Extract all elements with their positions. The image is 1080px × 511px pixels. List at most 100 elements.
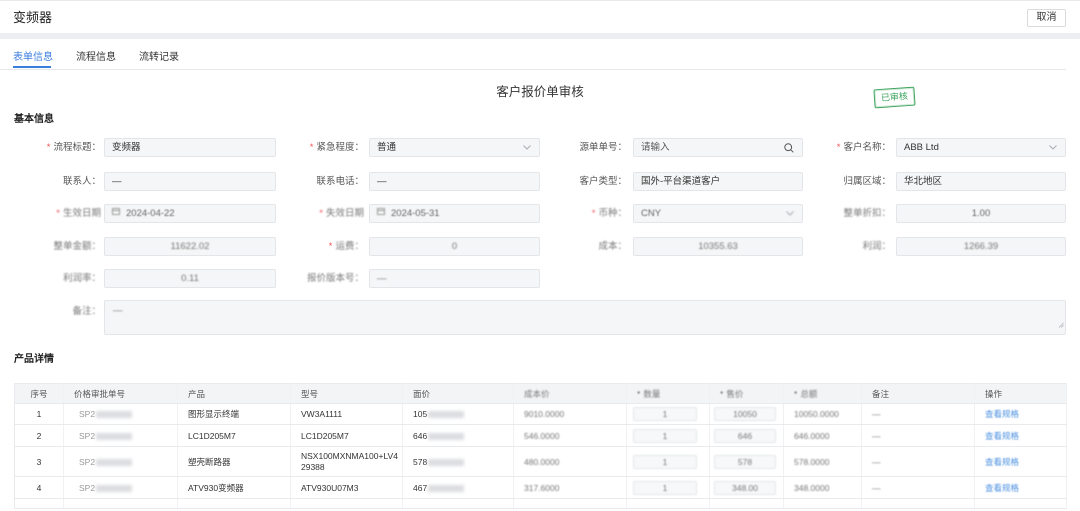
search-icon[interactable] — [784, 139, 794, 156]
approval-number: SP2 — [79, 456, 96, 467]
customer-name-value: ABB Ltd — [904, 142, 939, 153]
freight-input[interactable]: 0 — [369, 237, 540, 256]
quote-version-value: — — [377, 273, 387, 284]
label-text: 紧急程度： — [316, 142, 364, 153]
view-spec-link[interactable]: 查看规格 — [985, 431, 1019, 441]
customer-name-select[interactable]: ABB Ltd — [896, 138, 1066, 157]
total-cell: 348.0000 — [783, 476, 862, 499]
empty-cell — [63, 498, 178, 509]
region-value: 华北地区 — [904, 176, 943, 187]
product-table: 序号 价格审批单号 产品 型号 面价 成本价 * 数量 * 售价 * 总额 备注 操作… — [14, 383, 1067, 509]
quantity-input[interactable]: 1 — [633, 454, 697, 469]
header-text: 数量 — [643, 388, 661, 399]
label-text: 运费： — [335, 241, 364, 252]
label-effective-date: * 生效日期 — [0, 204, 101, 223]
masked-text — [428, 458, 465, 466]
empty-cell — [709, 498, 784, 509]
label-text: 成本： — [598, 241, 627, 252]
resize-handle-icon[interactable] — [1058, 315, 1064, 333]
table-row-empty — [14, 498, 1067, 509]
view-spec-link[interactable]: 查看规格 — [985, 457, 1019, 467]
source-order-field[interactable] — [633, 138, 803, 157]
unit-price-input[interactable]: 646 — [714, 428, 776, 443]
expiry-date-picker[interactable]: 2024-05-31 — [369, 204, 540, 223]
effective-date-picker[interactable]: 2024-04-22 — [104, 204, 276, 223]
label-profit: 利润： — [800, 237, 891, 256]
cost-input[interactable]: 10355.63 — [633, 237, 803, 256]
header-product: 产品 — [177, 383, 291, 404]
tab-flow-records[interactable]: 流转记录 — [139, 51, 179, 65]
masked-text — [96, 484, 133, 492]
contact-input[interactable]: — — [104, 172, 276, 191]
label-quote-version: 报价版本号： — [270, 269, 364, 288]
required-mark: * — [794, 388, 798, 399]
remark-text: — — [872, 430, 881, 441]
unit-price-cell: 646 — [709, 424, 784, 447]
header-text: 成本价 — [524, 388, 550, 399]
chevron-down-icon — [523, 139, 531, 156]
model-text: NSX100MXNMA100+LV429388 — [301, 450, 398, 472]
required-mark: * — [56, 208, 60, 219]
total-cell: 646.0000 — [783, 424, 862, 447]
header-text: 总额 — [800, 388, 818, 399]
unit-price-input[interactable]: 10050 — [714, 407, 776, 421]
label-text: 币种： — [598, 208, 627, 219]
tab-process-info[interactable]: 流程信息 — [76, 51, 116, 65]
currency-select[interactable]: CNY — [633, 204, 803, 223]
remark-cell: — — [861, 476, 975, 499]
face-price-cell: 105 — [402, 403, 514, 425]
cost-price-cell: 480.0000 — [513, 446, 627, 477]
label-text: 联系电话： — [316, 176, 364, 187]
customer-type-input[interactable]: 国外-平台渠道客户 — [633, 172, 803, 191]
view-spec-link[interactable]: 查看规格 — [985, 483, 1019, 493]
label-customer-name: * 客户名称： — [800, 138, 891, 157]
profit-value: 1266.39 — [963, 241, 999, 252]
label-contact-phone: 联系电话： — [270, 172, 364, 191]
model-cell: LC1D205M7 — [290, 424, 403, 447]
row-index: 4 — [14, 476, 64, 499]
process-title-input[interactable]: 变频器 — [104, 138, 276, 157]
source-order-input[interactable] — [641, 139, 771, 156]
tab-form-info[interactable]: 表单信息 — [13, 51, 53, 65]
quantity-input[interactable]: 1 — [633, 428, 697, 443]
view-spec-link[interactable]: 查看规格 — [985, 409, 1019, 419]
remark-text: — — [872, 456, 881, 467]
table-row: 1 SP2 图形显示终端 VW3A1111 105 9010.0000 1 10… — [14, 403, 1067, 425]
profit-rate-value: 0.11 — [181, 273, 199, 284]
quantity-cell: 1 — [626, 424, 710, 447]
quote-version-input[interactable]: — — [369, 269, 540, 288]
total-cell: 578.0000 — [783, 446, 862, 477]
approval-number-cell: SP2 — [63, 403, 178, 425]
quantity-input[interactable]: 1 — [633, 480, 697, 495]
label-text: 源单单号： — [579, 142, 627, 153]
unit-price-input[interactable]: 578 — [714, 454, 776, 469]
label-customer-type: 客户类型： — [545, 172, 627, 191]
remark-text: — — [872, 482, 881, 493]
product-cell: LC1D205M7 — [177, 424, 291, 447]
label-remark: 备注： — [0, 302, 101, 321]
label-text: 归属区域： — [843, 176, 891, 187]
face-price: 105 — [413, 409, 428, 419]
remark-textarea[interactable]: — — [104, 300, 1066, 335]
cost-price: 9010.0000 — [524, 409, 565, 419]
face-price: 646 — [413, 430, 428, 441]
order-discount-input[interactable]: 1.00 — [896, 204, 1066, 223]
empty-cell — [14, 498, 64, 509]
region-input[interactable]: 华北地区 — [896, 172, 1066, 191]
calendar-icon — [112, 205, 120, 221]
header-total: * 总额 — [783, 383, 862, 404]
label-text: 备注： — [72, 306, 101, 317]
profit-rate-input[interactable]: 0.11 — [104, 269, 276, 288]
urgency-select[interactable]: 普通 — [369, 138, 540, 157]
label-text: 客户名称： — [843, 142, 891, 153]
unit-price-input[interactable]: 348.00 — [714, 480, 776, 495]
cancel-button[interactable]: 取消 — [1027, 9, 1066, 27]
form-title: 客户报价单审核 — [496, 85, 584, 99]
contact-phone-input[interactable]: — — [369, 172, 540, 191]
order-amount-input[interactable]: 11622.02 — [104, 237, 276, 256]
quantity-input[interactable]: 1 — [633, 407, 697, 421]
profit-input[interactable]: 1266.39 — [896, 237, 1066, 256]
unit-price-cell: 578 — [709, 446, 784, 477]
chevron-down-icon — [786, 205, 794, 222]
approval-number: SP2 — [79, 430, 96, 441]
